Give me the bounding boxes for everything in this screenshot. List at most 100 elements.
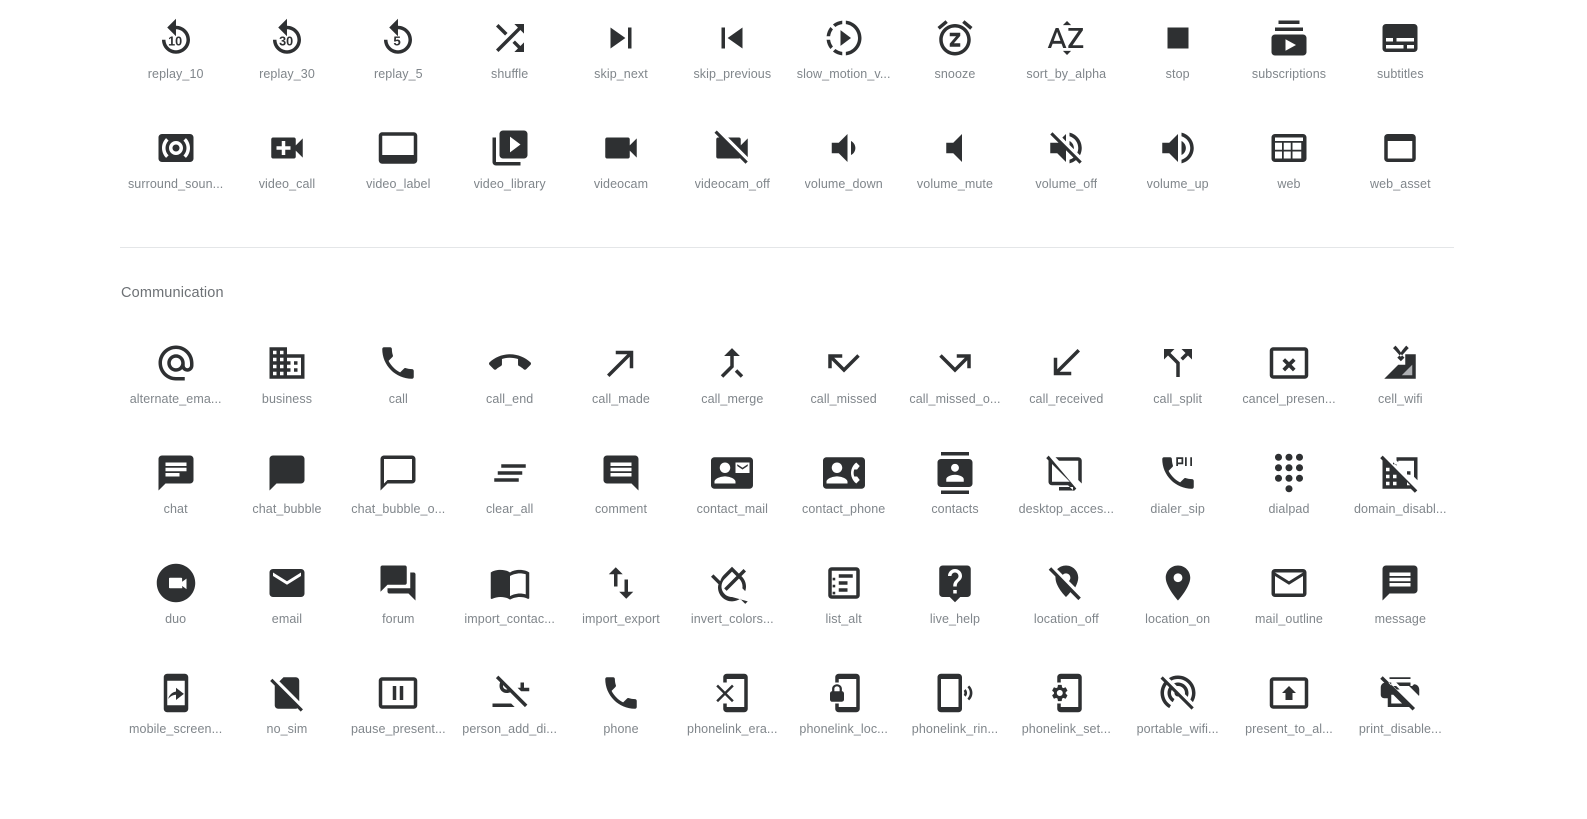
- icon-cell-contact-phone[interactable]: contact_phone: [788, 435, 899, 545]
- icon-cell-shuffle[interactable]: shuffle: [454, 0, 565, 110]
- icon-label: phonelink_loc...: [799, 722, 888, 736]
- icon-cell-call-split[interactable]: call_split: [1122, 325, 1233, 435]
- icon-cell-contact-mail[interactable]: contact_mail: [677, 435, 788, 545]
- icon-cell-present-to-al-[interactable]: present_to_al...: [1233, 655, 1344, 765]
- videocam-off-icon: [708, 124, 756, 172]
- icon-cell-volume-off[interactable]: volume_off: [1011, 110, 1122, 220]
- icon-cell-chat[interactable]: chat: [120, 435, 231, 545]
- icon-cell-subscriptions[interactable]: subscriptions: [1233, 0, 1344, 110]
- icon-cell-location-on[interactable]: location_on: [1122, 545, 1233, 655]
- icon-label: volume_off: [1035, 177, 1098, 191]
- icon-cell-phonelink-rin-[interactable]: phonelink_rin...: [899, 655, 1010, 765]
- icon-cell-videocam-off[interactable]: videocam_off: [677, 110, 788, 220]
- icon-cell-volume-down[interactable]: volume_down: [788, 110, 899, 220]
- icon-cell-live-help[interactable]: live_help: [899, 545, 1010, 655]
- icon-cell-portable-wifi-[interactable]: portable_wifi...: [1122, 655, 1233, 765]
- call-merge-icon: [708, 339, 756, 387]
- icon-cell-message[interactable]: message: [1345, 545, 1456, 655]
- svg-text:5: 5: [394, 34, 402, 49]
- icon-cell-sort-by-alpha[interactable]: sort_by_alpha: [1011, 0, 1122, 110]
- phone-icon: [597, 669, 645, 717]
- icon-cell-dialer-sip[interactable]: dialer_sip: [1122, 435, 1233, 545]
- section-divider: [120, 247, 1454, 248]
- icon-cell-skip-previous[interactable]: skip_previous: [677, 0, 788, 110]
- icon-cell-stop[interactable]: stop: [1122, 0, 1233, 110]
- icon-cell-video-label[interactable]: video_label: [343, 110, 454, 220]
- call-split-icon: [1154, 339, 1202, 387]
- video-label-icon: [374, 124, 422, 172]
- icon-cell-call-end[interactable]: call_end: [454, 325, 565, 435]
- icon-label: forum: [382, 612, 415, 626]
- icon-label: replay_5: [373, 67, 423, 81]
- icon-cell-phonelink-set-[interactable]: phonelink_set...: [1011, 655, 1122, 765]
- icon-cell-duo[interactable]: duo: [120, 545, 231, 655]
- icon-label: cell_wifi: [1377, 392, 1423, 406]
- icon-cell-dialpad[interactable]: dialpad: [1233, 435, 1344, 545]
- icon-cell-surround-soun-[interactable]: surround_soun...: [120, 110, 231, 220]
- icon-cell-web-asset[interactable]: web_asset: [1345, 110, 1456, 220]
- call-icon: [374, 339, 422, 387]
- icon-cell-volume-mute[interactable]: volume_mute: [899, 110, 1010, 220]
- icon-label: video_label: [366, 177, 431, 191]
- icon-cell-chat-bubble-o-[interactable]: chat_bubble_o...: [343, 435, 454, 545]
- icon-label: message: [1374, 612, 1427, 626]
- icon-cell-call[interactable]: call: [343, 325, 454, 435]
- icon-cell-video-call[interactable]: video_call: [231, 110, 342, 220]
- stop-icon: [1154, 14, 1202, 62]
- icon-label: call: [388, 392, 408, 406]
- icon-cell-no-sim[interactable]: no_sim: [231, 655, 342, 765]
- icon-cell-video-library[interactable]: video_library: [454, 110, 565, 220]
- icon-cell-call-merge[interactable]: call_merge: [677, 325, 788, 435]
- icon-cell-slow-motion-v-[interactable]: slow_motion_v...: [788, 0, 899, 110]
- icon-cell-cell-wifi[interactable]: cell_wifi: [1345, 325, 1456, 435]
- icon-cell-replay-30[interactable]: 30 replay_30: [231, 0, 342, 110]
- icon-cell-pause-present-[interactable]: pause_present...: [343, 655, 454, 765]
- icon-cell-call-missed[interactable]: call_missed: [788, 325, 899, 435]
- icon-cell-mail-outline[interactable]: mail_outline: [1233, 545, 1344, 655]
- icon-cell-call-missed-o-[interactable]: call_missed_o...: [899, 325, 1010, 435]
- icon-label: call_end: [485, 392, 534, 406]
- icon-cell-comment[interactable]: comment: [565, 435, 676, 545]
- icon-cell-print-disable-[interactable]: print_disable...: [1345, 655, 1456, 765]
- icon-cell-contacts[interactable]: contacts: [899, 435, 1010, 545]
- icon-label: pause_present...: [350, 722, 446, 736]
- icon-cell-web[interactable]: web: [1233, 110, 1344, 220]
- icon-cell-forum[interactable]: forum: [343, 545, 454, 655]
- icon-cell-subtitles[interactable]: subtitles: [1345, 0, 1456, 110]
- icon-label: cancel_presen...: [1242, 392, 1336, 406]
- icon-cell-desktop-acces-[interactable]: desktop_acces...: [1011, 435, 1122, 545]
- comment-icon: [597, 449, 645, 497]
- icon-cell-phone[interactable]: phone: [565, 655, 676, 765]
- icon-cell-invert-colors-[interactable]: invert_colors...: [677, 545, 788, 655]
- import-contacts-icon: [486, 559, 534, 607]
- icon-cell-business[interactable]: business: [231, 325, 342, 435]
- icon-cell-videocam[interactable]: videocam: [565, 110, 676, 220]
- icon-cell-location-off[interactable]: location_off: [1011, 545, 1122, 655]
- icon-cell-import-contac-[interactable]: import_contac...: [454, 545, 565, 655]
- icon-cell-clear-all[interactable]: clear_all: [454, 435, 565, 545]
- icon-cell-call-made[interactable]: call_made: [565, 325, 676, 435]
- phonelink-setup-icon: [1042, 669, 1090, 717]
- icon-cell-alternate-ema-[interactable]: alternate_ema...: [120, 325, 231, 435]
- icon-cell-call-received[interactable]: call_received: [1011, 325, 1122, 435]
- icon-cell-cancel-presen-[interactable]: cancel_presen...: [1233, 325, 1344, 435]
- icon-cell-import-export[interactable]: import_export: [565, 545, 676, 655]
- phonelink-erase-icon: [708, 669, 756, 717]
- icon-label: skip_previous: [693, 67, 772, 81]
- icon-cell-snooze[interactable]: snooze: [899, 0, 1010, 110]
- icon-cell-skip-next[interactable]: skip_next: [565, 0, 676, 110]
- icon-cell-email[interactable]: email: [231, 545, 342, 655]
- icon-cell-chat-bubble[interactable]: chat_bubble: [231, 435, 342, 545]
- icon-cell-mobile-screen-[interactable]: mobile_screen...: [120, 655, 231, 765]
- icon-cell-phonelink-loc-[interactable]: phonelink_loc...: [788, 655, 899, 765]
- icon-cell-replay-5[interactable]: 5 replay_5: [343, 0, 454, 110]
- icon-cell-replay-10[interactable]: 10 replay_10: [120, 0, 231, 110]
- icon-cell-person-add-di-[interactable]: person_add_di...: [454, 655, 565, 765]
- video-library-icon: [486, 124, 534, 172]
- icon-cell-phonelink-era-[interactable]: phonelink_era...: [677, 655, 788, 765]
- icon-cell-list-alt[interactable]: list_alt: [788, 545, 899, 655]
- icon-cell-domain-disabl-[interactable]: domain_disabl...: [1345, 435, 1456, 545]
- communication-icons-grid: alternate_ema... business call call_end call…: [120, 325, 1456, 765]
- subtitles-icon: [1376, 14, 1424, 62]
- icon-cell-volume-up[interactable]: volume_up: [1122, 110, 1233, 220]
